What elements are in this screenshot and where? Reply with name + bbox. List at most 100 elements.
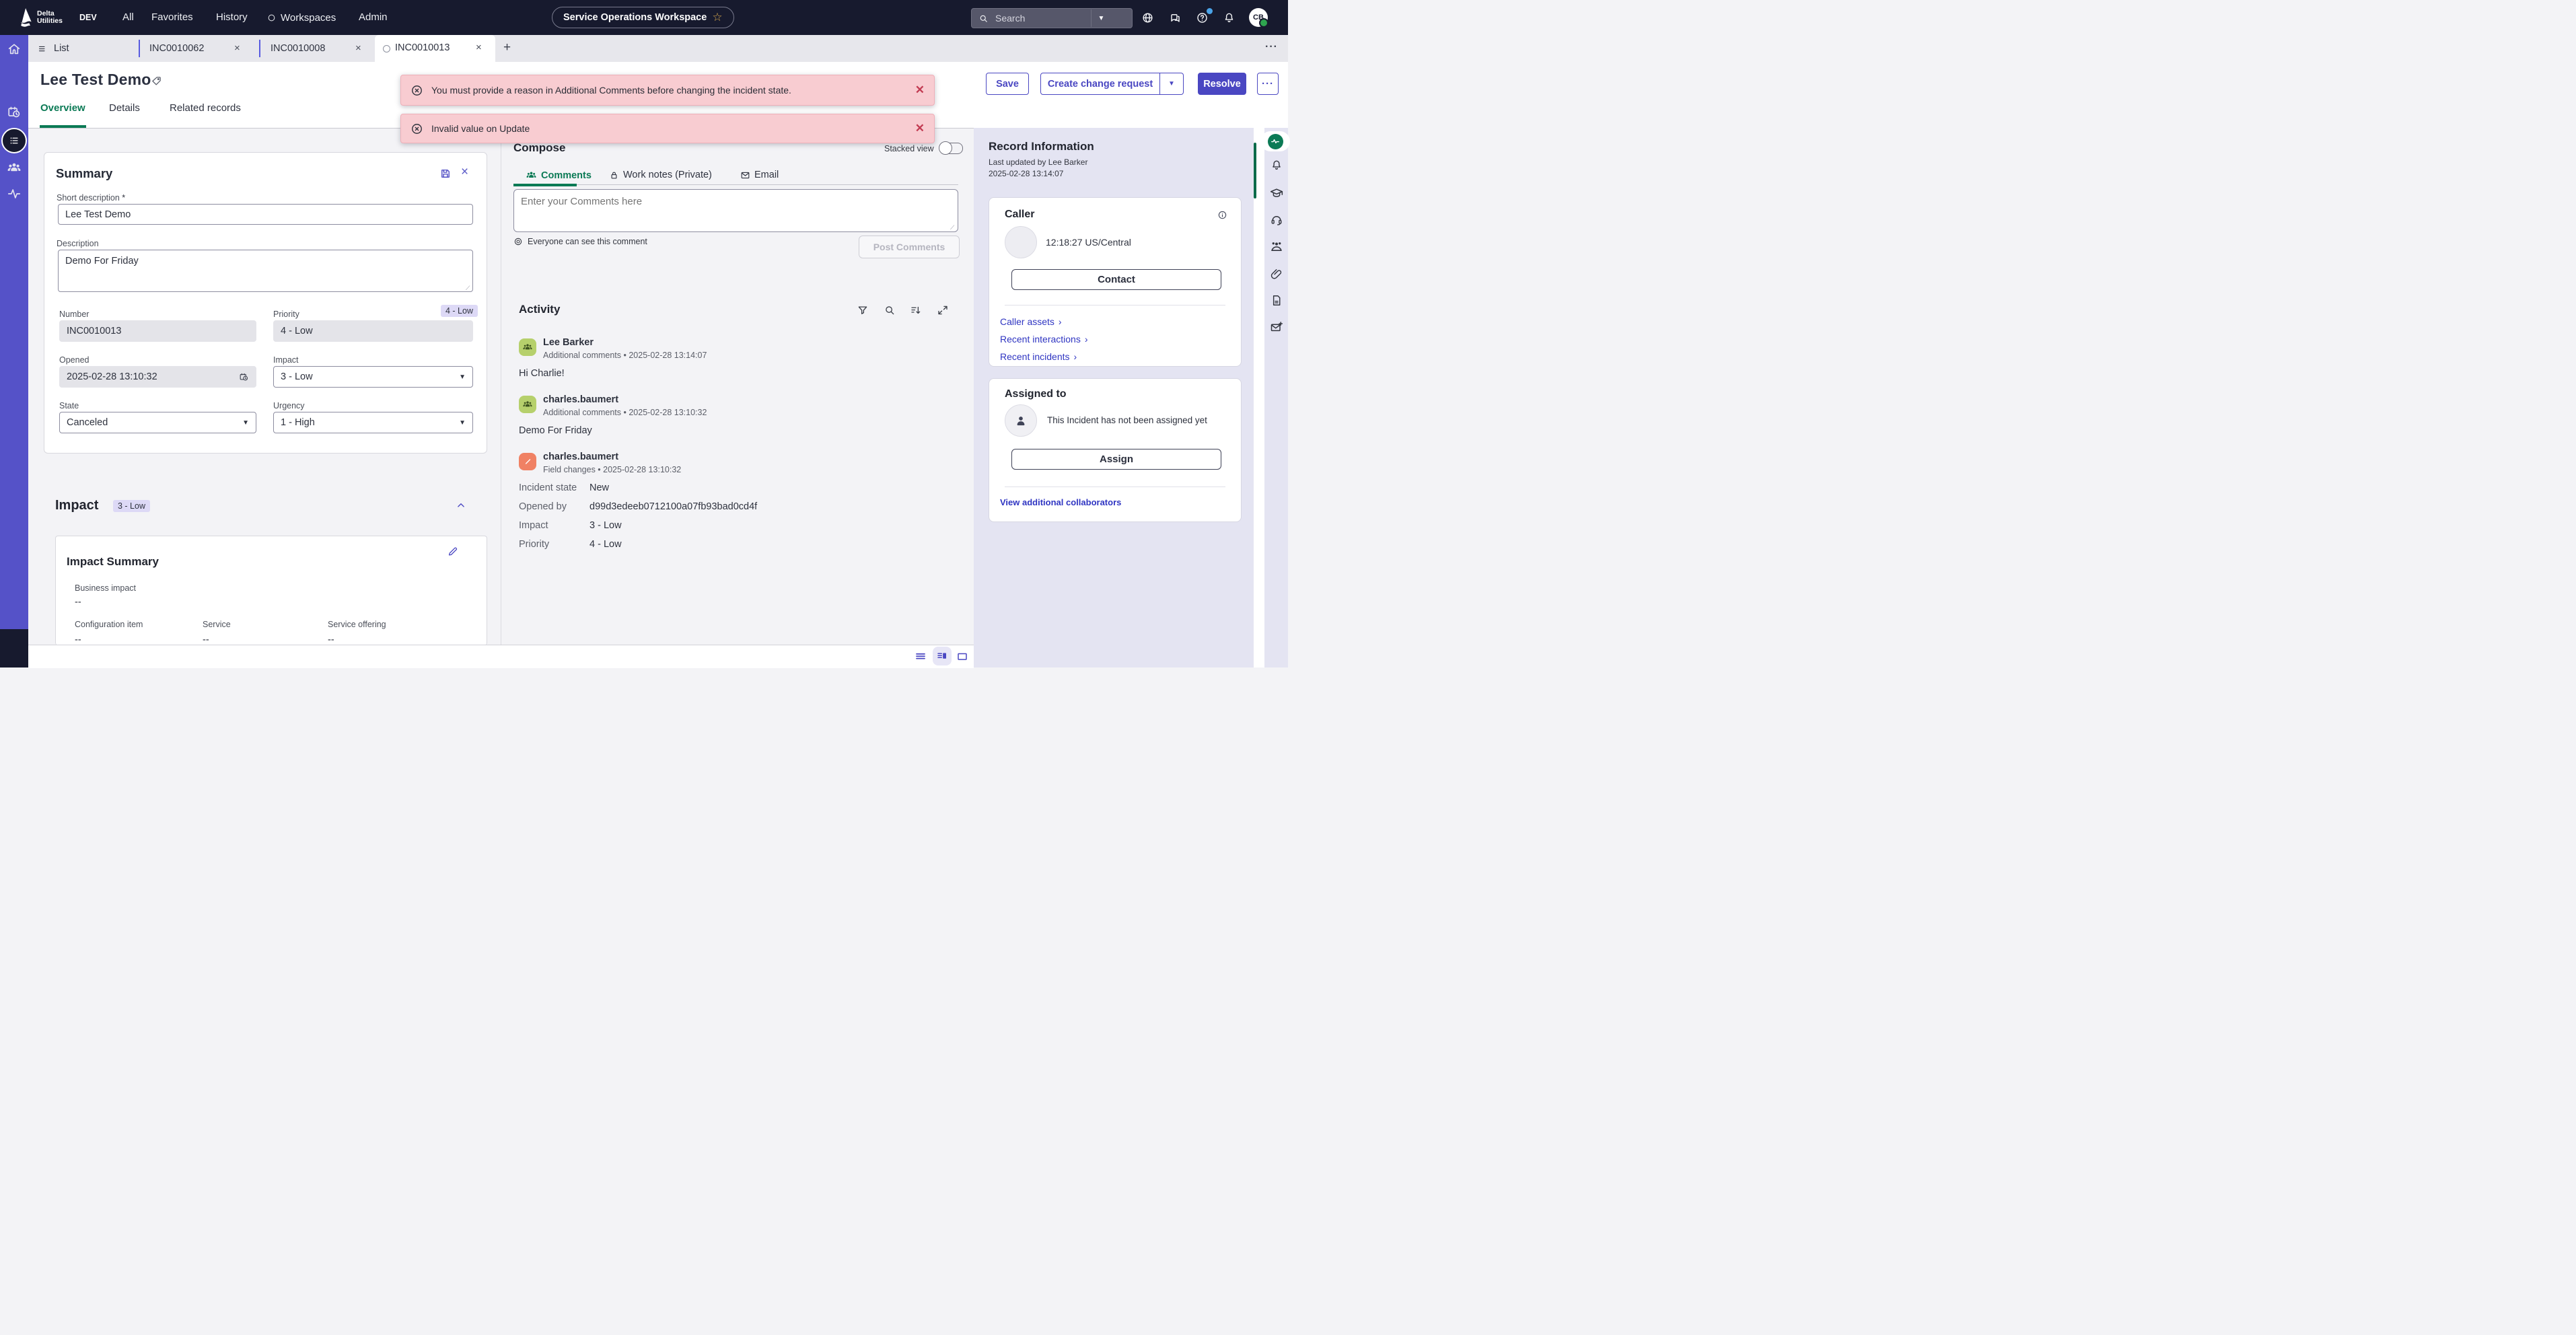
search-input[interactable] xyxy=(994,12,1091,24)
calendar-icon[interactable] xyxy=(239,372,249,382)
split-view-icon-active[interactable] xyxy=(933,647,952,665)
chat-icon[interactable] xyxy=(1169,11,1182,24)
caller-assets-link[interactable]: Caller assets› xyxy=(1000,316,1062,327)
rail-email-plus-icon[interactable] xyxy=(1270,320,1283,334)
rail-document-icon[interactable] xyxy=(1270,294,1283,307)
new-tab-plus-icon[interactable]: + xyxy=(503,40,511,55)
nav-menu-favorites[interactable]: Favorites xyxy=(151,0,193,35)
nav-menu-admin[interactable]: Admin xyxy=(359,0,388,35)
nav-menu-all[interactable]: All xyxy=(122,0,134,35)
rail-activity-active[interactable] xyxy=(1260,131,1290,151)
rail-notifications-icon[interactable] xyxy=(1270,159,1283,172)
assigned-divider xyxy=(1005,486,1225,487)
collapse-chevron-icon[interactable] xyxy=(455,499,467,511)
activity-meta: Field changes • 2025-02-28 13:10:32 xyxy=(543,465,681,474)
recent-interactions-link[interactable]: Recent interactions› xyxy=(1000,334,1088,345)
contact-button[interactable]: Contact xyxy=(1011,269,1221,290)
rail-support-headset-icon[interactable] xyxy=(1270,213,1283,226)
sidebar-users-icon[interactable] xyxy=(7,160,22,176)
state-select[interactable]: Canceled▼ xyxy=(59,412,256,433)
activity-author: Lee Barker xyxy=(543,337,594,348)
rail-learning-icon[interactable] xyxy=(1270,186,1283,200)
sidebar-home-icon[interactable] xyxy=(7,42,22,57)
favorite-star-icon[interactable]: ☆ xyxy=(712,11,722,24)
info-icon[interactable] xyxy=(1217,210,1227,220)
sort-icon[interactable] xyxy=(910,304,922,316)
post-comments-button[interactable]: Post Comments xyxy=(859,236,960,258)
tab-overflow-icon[interactable]: ··· xyxy=(1265,41,1278,53)
tab-close-icon[interactable]: × xyxy=(234,42,240,54)
filter-icon[interactable] xyxy=(857,304,869,316)
list-view-icon[interactable] xyxy=(915,651,927,663)
alert-close-icon[interactable]: ✕ xyxy=(915,122,925,135)
notifications-bell-icon[interactable] xyxy=(1223,11,1236,24)
urgency-select[interactable]: 1 - High▼ xyxy=(273,412,473,433)
resolve-button[interactable]: Resolve xyxy=(1198,73,1246,95)
chevron-right-icon: › xyxy=(1074,351,1077,362)
tab-close-icon[interactable]: × xyxy=(355,42,361,54)
short-description-input[interactable] xyxy=(58,204,473,225)
global-search[interactable]: ▼ xyxy=(971,8,1133,28)
user-avatar[interactable]: CB xyxy=(1249,8,1268,27)
sidebar-schedule-icon[interactable] xyxy=(7,105,22,120)
tab-details[interactable]: Details xyxy=(109,102,140,114)
sidebar-activity-icon[interactable] xyxy=(7,186,22,201)
last-updated-by: Last updated by Lee Barker xyxy=(989,157,1087,167)
save-button[interactable]: Save xyxy=(986,73,1029,95)
tag-icon[interactable] xyxy=(151,75,162,87)
search-dropdown-caret[interactable]: ▼ xyxy=(1092,15,1111,22)
save-record-icon[interactable] xyxy=(439,168,452,180)
assign-button[interactable]: Assign xyxy=(1011,449,1221,470)
tab-overview[interactable]: Overview xyxy=(40,102,85,114)
globe-icon[interactable] xyxy=(1141,11,1154,24)
create-change-request-caret[interactable]: ▼ xyxy=(1160,73,1184,95)
single-pane-view-icon[interactable] xyxy=(956,651,968,663)
compose-tab-comments[interactable]: Comments xyxy=(526,170,592,181)
activity-avatar-field-change xyxy=(519,453,536,470)
tab-close-icon[interactable]: × xyxy=(476,42,482,53)
activity-search-icon[interactable] xyxy=(884,304,896,316)
service-value: -- xyxy=(203,635,209,645)
priority-badge: 4 - Low xyxy=(441,305,478,317)
nav-menu-history[interactable]: History xyxy=(216,0,248,35)
panel-scrollbar-track xyxy=(1254,128,1264,668)
visibility-eye-icon xyxy=(513,237,523,246)
resize-handle[interactable]: ⟋ xyxy=(950,224,954,231)
nav-menu-workspaces[interactable]: Workspaces xyxy=(267,0,336,35)
tab-related-records[interactable]: Related records xyxy=(170,102,241,114)
last-updated-time: 2025-02-28 13:14:07 xyxy=(989,169,1063,178)
tab-inc0010013-active[interactable]: INC0010013 × xyxy=(375,35,495,62)
description-textarea[interactable]: Demo For Friday xyxy=(58,250,473,292)
record-information-panel: Record Information Last updated by Lee B… xyxy=(974,128,1254,668)
recent-incidents-link[interactable]: Recent incidents› xyxy=(1000,351,1077,362)
assignee-avatar xyxy=(1005,404,1037,437)
alert-close-icon[interactable]: ✕ xyxy=(915,83,925,97)
impact-select[interactable]: 3 - Low▼ xyxy=(273,366,473,388)
view-additional-collaborators-link[interactable]: View additional collaborators xyxy=(1000,497,1121,507)
rail-attachments-icon[interactable] xyxy=(1270,268,1283,281)
impact-summary-card: Impact Summary Business impact -- Config… xyxy=(55,536,487,645)
expand-icon[interactable] xyxy=(937,304,949,316)
panel-scrollbar-thumb[interactable] xyxy=(1254,143,1256,199)
stacked-view-toggle[interactable] xyxy=(940,143,963,154)
edit-pencil-icon[interactable] xyxy=(447,546,458,557)
field-change-label: Priority xyxy=(519,539,549,550)
rail-meeting-icon[interactable] xyxy=(1269,240,1283,254)
sidebar-bottom-strip xyxy=(0,629,28,668)
comment-input[interactable] xyxy=(513,189,958,232)
compose-tab-email[interactable]: Email xyxy=(740,170,779,180)
tab-inc0010062[interactable]: INC0010062 xyxy=(149,35,204,62)
not-assigned-text: This Incident has not been assigned yet xyxy=(1047,415,1207,425)
compose-tab-work-notes[interactable]: Work notes (Private) xyxy=(609,170,712,180)
close-summary-icon[interactable]: × xyxy=(461,165,468,180)
create-change-request-button[interactable]: Create change request xyxy=(1040,73,1160,95)
delta-utilities-logo[interactable] xyxy=(16,7,34,28)
help-icon[interactable] xyxy=(1196,11,1209,24)
help-notification-dot xyxy=(1207,8,1213,14)
sidebar-lists-icon-active[interactable] xyxy=(1,128,27,153)
tab-list[interactable]: List xyxy=(38,35,69,62)
resize-handle[interactable]: ⟋ xyxy=(466,285,470,292)
workspace-pill[interactable]: Service Operations Workspace ☆ xyxy=(552,7,734,28)
tab-inc0010008[interactable]: INC0010008 xyxy=(271,35,325,62)
header-more-button[interactable]: ··· xyxy=(1257,73,1279,95)
